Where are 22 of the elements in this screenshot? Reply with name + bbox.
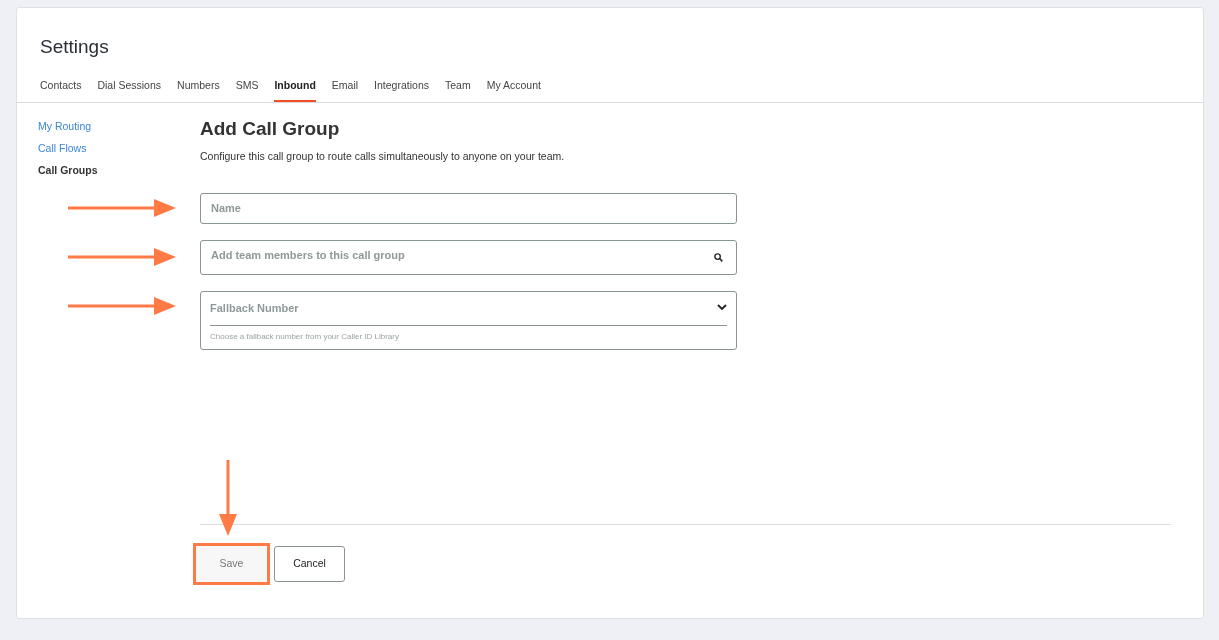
select-placeholder: Fallback Number: [210, 300, 299, 316]
form-title: Add Call Group: [200, 116, 341, 141]
settings-tab[interactable]: SMS: [235, 78, 259, 102]
field-hint: Choose a fallback number from your Caller ID Library: [210, 331, 400, 343]
settings-tab[interactable]: Email: [331, 78, 359, 102]
cancel-button[interactable]: Cancel: [274, 546, 345, 582]
sidebar-link[interactable]: Call Flows: [38, 140, 87, 155]
search-icon: [714, 252, 723, 262]
sidebar-link[interactable]: My Routing: [38, 118, 92, 133]
chevron-down-icon: [717, 304, 727, 312]
settings-tab[interactable]: Contacts: [40, 78, 82, 102]
page-title: Settings: [39, 35, 110, 59]
settings-tab[interactable]: Integrations: [374, 78, 429, 102]
sidebar-link[interactable]: Call Groups: [38, 162, 98, 177]
settings-tab[interactable]: Inbound: [274, 78, 316, 102]
settings-tab[interactable]: Team: [445, 78, 471, 102]
settings-tab[interactable]: Numbers: [177, 78, 220, 102]
team-members-search-field[interactable]: Add team members to this call group: [200, 239, 737, 275]
name-field[interactable]: Name: [200, 192, 737, 224]
settings-tab[interactable]: My Account: [486, 78, 541, 102]
settings-tab[interactable]: Dial Sessions: [97, 78, 162, 102]
form-description: Configure this call group to route calls simultaneously to anyone on your team.: [200, 148, 566, 164]
